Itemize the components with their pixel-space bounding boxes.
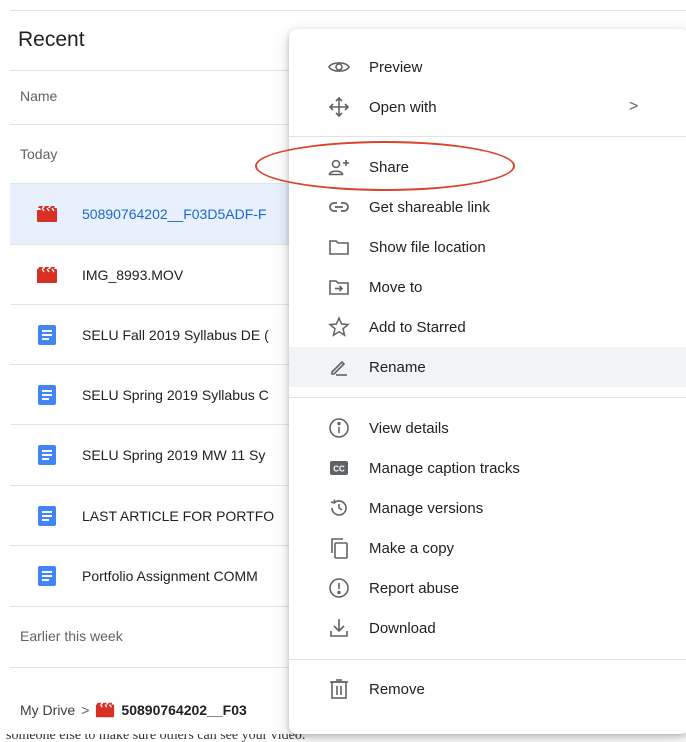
menu-item-label: Move to [369,278,423,296]
file-name: SELU Spring 2019 MW 11 Sy [82,447,266,463]
breadcrumb-my-drive[interactable]: My Drive [20,702,75,718]
info-icon [327,416,351,440]
page-text-fragment: someone else to make sure others can see… [0,734,686,742]
svg-text:CC: CC [333,465,345,474]
video-file-icon [37,267,57,283]
google-doc-icon [38,566,56,586]
share-highlight-annotation [255,141,515,191]
move-arrows-icon [327,95,351,119]
menu-item-label: Make a copy [369,539,455,557]
copy-icon [327,536,351,560]
download-icon [327,616,351,640]
chevron-right-icon: > [81,702,90,718]
menu-item-get-shareable-link[interactable]: Get shareable link [289,187,686,227]
menu-item-label: Remove [369,680,425,698]
google-doc-icon [38,506,56,526]
google-doc-icon [38,445,56,465]
page-title: Recent [18,28,85,51]
menu-item-view-details[interactable]: View details [289,408,686,448]
breadcrumb-file[interactable]: 50890764202__F03 [121,702,246,718]
menu-divider [289,136,686,137]
menu-item-rename[interactable]: Rename [289,347,686,387]
pencil-icon [327,355,351,379]
menu-item-label: Download [369,619,436,637]
context-menu: Preview Open with > Share Get shareable … [289,29,686,734]
eye-icon [327,55,351,79]
menu-item-label: Show file location [369,238,486,256]
file-name: 50890764202__F03D5ADF-F [82,206,267,222]
menu-item-move-to[interactable]: Move to [289,267,686,307]
menu-item-label: Manage versions [369,499,484,517]
menu-item-remove[interactable]: Remove [289,669,686,709]
section-today: Today [20,146,58,162]
menu-item-download[interactable]: Download [289,608,686,648]
menu-item-add-to-starred[interactable]: Add to Starred [289,307,686,347]
google-doc-icon [38,385,56,405]
file-name: SELU Fall 2019 Syllabus DE ( [82,327,269,343]
history-icon [327,496,351,520]
top-divider [10,10,686,11]
star-icon [327,315,351,339]
menu-item-manage-caption-tracks[interactable]: CC Manage caption tracks [289,448,686,488]
name-column-header[interactable]: Name [20,88,57,104]
menu-item-label: Preview [369,58,423,76]
chevron-right-icon: > [629,98,639,115]
link-icon [327,195,351,219]
menu-item-manage-versions[interactable]: Manage versions [289,488,686,528]
file-name: LAST ARTICLE FOR PORTFO [82,508,275,524]
google-doc-icon [38,325,56,345]
menu-item-label: Rename [369,358,426,376]
menu-item-open-with[interactable]: Open with > [289,87,686,127]
bottom-text: someone else to make sure others can see… [6,734,306,742]
trash-icon [327,677,351,701]
file-name: IMG_8993.MOV [82,267,184,283]
section-earlier-this-week: Earlier this week [20,628,123,644]
menu-item-label: Add to Starred [369,318,466,336]
menu-item-label: Get shareable link [369,198,490,216]
breadcrumb: My Drive > 50890764202__F03 [20,700,247,720]
video-file-icon [37,206,57,222]
file-name: Portfolio Assignment COMM [82,568,258,584]
menu-item-show-file-location[interactable]: Show file location [289,227,686,267]
move-to-folder-icon [327,275,351,299]
menu-divider [289,397,686,398]
video-file-icon [96,702,115,718]
menu-item-label: Report abuse [369,579,460,597]
menu-item-preview[interactable]: Preview [289,47,686,87]
menu-item-label: Manage caption tracks [369,459,520,477]
menu-item-report-abuse[interactable]: Report abuse [289,568,686,608]
folder-icon [327,235,351,259]
report-icon [327,576,351,600]
menu-item-label: View details [369,419,449,437]
file-name: SELU Spring 2019 Syllabus C [82,387,269,403]
captions-icon: CC [327,456,351,480]
menu-item-make-a-copy[interactable]: Make a copy [289,528,686,568]
menu-divider [289,659,686,660]
menu-item-label: Open with [369,98,437,116]
